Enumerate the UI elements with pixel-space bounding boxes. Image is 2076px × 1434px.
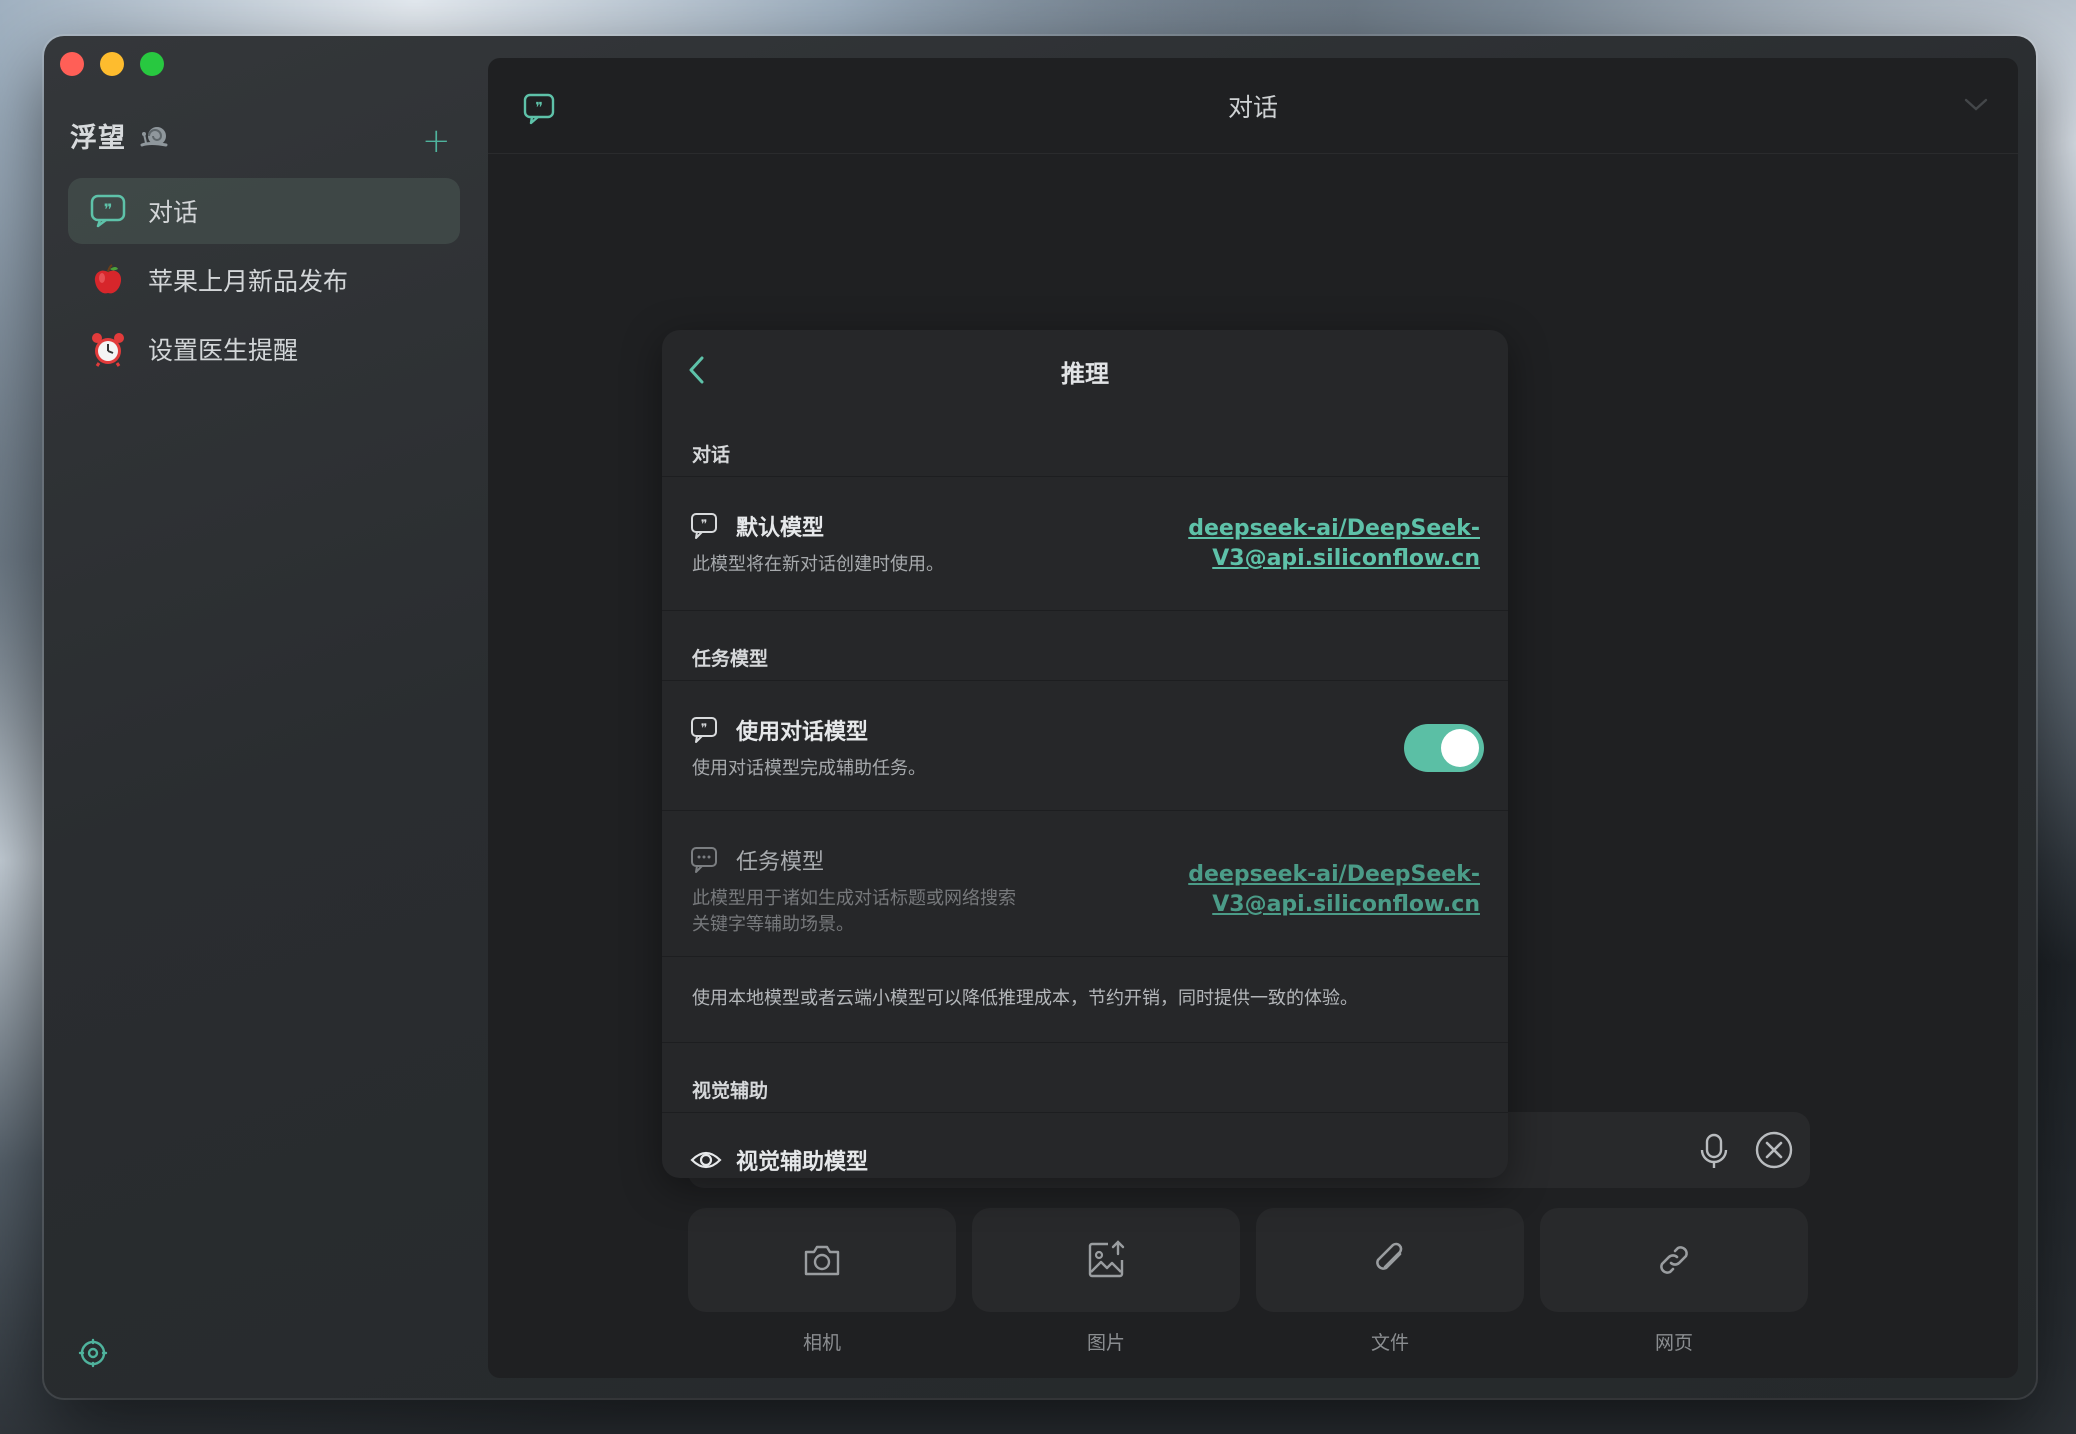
snail-icon [140,126,168,146]
chat-bubble-icon: ❞ [691,717,717,743]
section-label-vision: 视觉辅助 [692,1080,769,1102]
use-chat-model-toggle[interactable] [1404,724,1484,772]
link-line: deepseek-ai/DeepSeek- [1188,516,1480,541]
divider [662,1042,1508,1043]
alarm-clock-emoji-icon [90,331,126,367]
divider [662,476,1508,477]
divider [662,810,1508,811]
divider [662,956,1508,957]
svg-text:❞: ❞ [701,517,707,531]
camera-button[interactable] [688,1208,956,1312]
sidebar-nav: ❞ 对话 苹果上月新品发布 设置医生提醒 [68,178,460,385]
default-model-link[interactable]: deepseek-ai/DeepSeek- V3@api.siliconflow… [1188,514,1480,574]
section-label-chat: 对话 [692,444,731,466]
default-model-description: 此模型将在新对话创建时使用。 [692,554,944,575]
tool-label: 相机 [802,1332,841,1354]
link-icon [1660,1246,1688,1274]
chevron-down-icon[interactable] [1962,94,1990,114]
use-chat-model-title: 使用对话模型 [736,720,869,745]
attachment-tools: 相机 图片 文件 网页 [688,1208,1810,1355]
tool-camera: 相机 [688,1208,956,1355]
tool-image: 图片 [972,1208,1240,1355]
divider [662,610,1508,611]
file-button[interactable] [1256,1208,1524,1312]
eye-icon [690,1151,722,1169]
tool-file: 文件 [1256,1208,1524,1355]
task-model-description: 此模型用于诸如生成对话标题或网络搜索 关键字等辅助场景。 [692,886,1016,938]
page-title: 对话 [1227,93,1278,122]
divider [662,680,1508,681]
image-upload-icon [1088,1240,1125,1278]
sheet-title: 推理 [1061,360,1109,388]
sidebar-item-label: 苹果上月新品发布 [148,267,349,296]
link-line: deepseek-ai/DeepSeek- [1188,862,1480,887]
brand-title: 浮望 [70,123,126,154]
tool-label: 图片 [1086,1332,1125,1354]
sidebar-item-label: 设置医生提醒 [148,336,299,365]
image-button[interactable] [972,1208,1240,1312]
main-header: ❞ 对话 [488,58,2018,154]
sidebar-item-apple-launch[interactable]: 苹果上月新品发布 [68,247,460,313]
chat-bubble-icon: ❞ [691,513,717,539]
link-line: V3@api.siliconflow.cn [1212,546,1480,571]
sidebar-item-doctor-reminder[interactable]: 设置医生提醒 [68,316,460,382]
link-line: V3@api.siliconflow.cn [1212,892,1480,917]
task-model-note: 使用本地模型或者云端小模型可以降低推理成本，节约开销，同时提供一致的体验。 [692,988,1358,1009]
new-chat-button[interactable]: + [422,124,451,158]
inference-settings-sheet: 推理 对话 ❞ 默认模型 此模型将在新对话创建时使用。 deepseek-ai/… [662,330,1508,1178]
camera-icon [804,1245,840,1276]
task-model-title: 任务模型 [736,850,825,875]
webpage-button[interactable] [1540,1208,1808,1312]
brand: 浮望 [70,116,170,155]
tool-webpage: 网页 [1540,1208,1808,1355]
microphone-icon[interactable] [1696,1132,1732,1170]
app-window: 浮望 + ❞ 对话 苹果上月新品发布 设置医生提醒 ❞ 对话 在此输入... 相… [44,36,2036,1398]
apple-emoji-icon [90,262,126,298]
svg-text:❞: ❞ [104,200,113,219]
vision-model-title: 视觉辅助模型 [736,1150,869,1175]
description-line: 此模型用于诸如生成对话标题或网络搜索 [692,888,1016,909]
tool-label: 网页 [1654,1332,1693,1354]
gear-icon[interactable] [78,1338,108,1368]
clear-input-icon[interactable] [1754,1130,1794,1170]
sidebar-item-label: 对话 [148,198,199,227]
toggle-knob [1441,729,1479,767]
section-label-task: 任务模型 [692,648,769,670]
use-chat-model-description: 使用对话模型完成辅助任务。 [692,758,926,779]
sidebar-item-chat[interactable]: ❞ 对话 [68,178,460,244]
default-model-title: 默认模型 [736,516,825,541]
description-line: 关键字等辅助场景。 [692,914,854,935]
task-model-link[interactable]: deepseek-ai/DeepSeek- V3@api.siliconflow… [1188,860,1480,920]
sidebar: 浮望 + ❞ 对话 苹果上月新品发布 设置医生提醒 [44,36,484,1398]
svg-text:❞: ❞ [701,721,707,735]
chat-ellipsis-icon [691,847,717,873]
chat-bubble-icon: ❞ [90,193,126,229]
divider [662,1112,1508,1113]
tool-label: 文件 [1370,1332,1409,1354]
paperclip-icon [1376,1242,1403,1270]
